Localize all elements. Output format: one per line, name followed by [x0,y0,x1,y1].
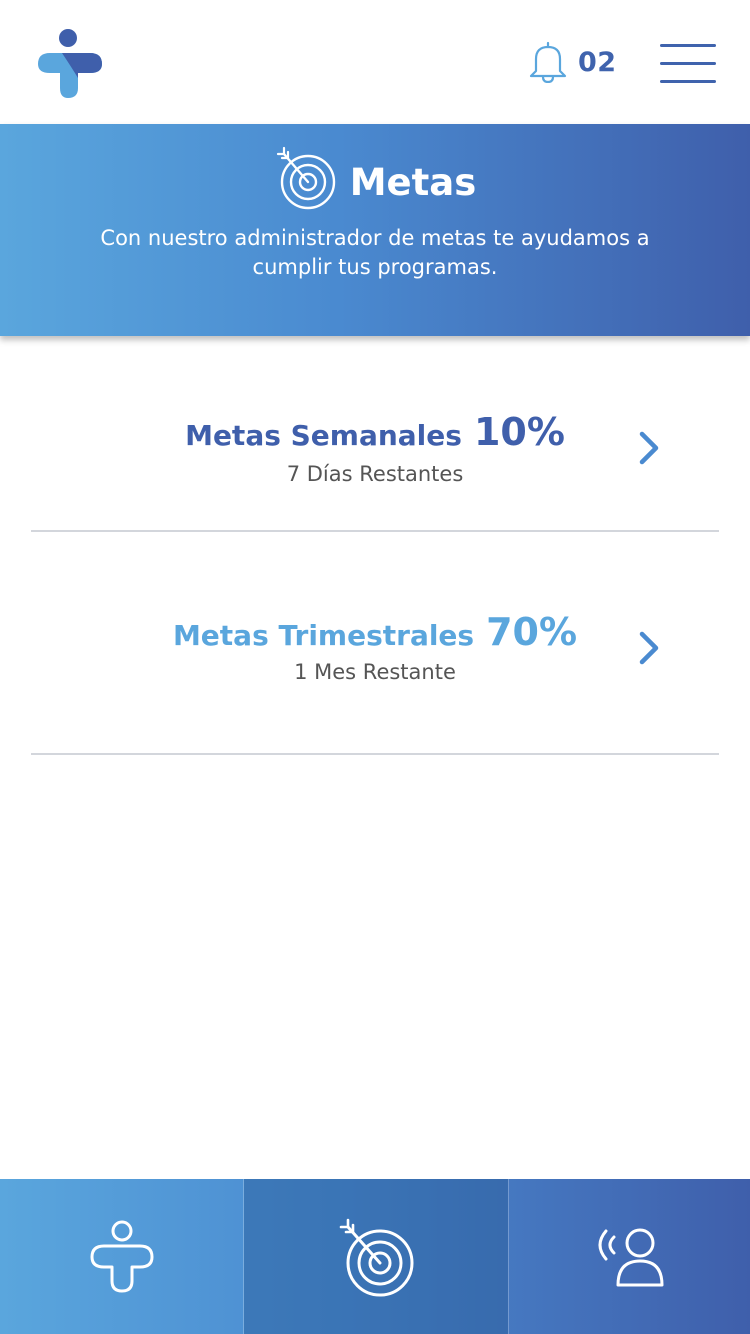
person-health-icon [90,1220,153,1292]
nav-tab-goals[interactable] [244,1179,508,1334]
notification-count: 02 [578,46,617,78]
chevron-right-icon[interactable] [636,430,662,466]
target-arrow-icon [276,146,335,210]
goal-row-quarterly[interactable]: Metas Trimestrales 70% 1 Mes Restante [0,598,750,748]
goal-percent: 10% [473,410,565,454]
goal-name: Metas Trimestrales [172,619,475,652]
hero-banner: Metas Con nuestro administrador de metas… [0,124,750,336]
hero-description: Con nuestro administrador de metas te ay… [100,226,650,279]
bottom-nav [0,1179,750,1334]
nav-tab-health[interactable] [0,1179,243,1334]
menu-line [660,44,716,47]
chevron-right-icon[interactable] [636,630,662,666]
goal-percent: 70% [486,610,578,654]
target-arrow-icon [339,1218,414,1296]
goal-row-weekly[interactable]: Metas Semanales 10% 7 Días Restantes [0,400,750,532]
hero-title-row: Metas [0,144,750,212]
bell-icon [529,41,567,83]
divider [31,753,719,755]
menu-line [660,80,716,83]
nav-tab-contact[interactable] [509,1179,750,1334]
top-bar: 02 [0,0,750,124]
hamburger-menu-icon[interactable] [660,42,718,84]
notifications-button[interactable]: 02 [528,40,617,84]
divider [31,530,719,532]
menu-line [660,62,716,65]
person-broadcast-icon [598,1228,663,1286]
page-title: Metas [349,160,477,204]
app-logo-icon[interactable] [32,28,104,100]
goal-name: Metas Semanales [185,419,462,452]
